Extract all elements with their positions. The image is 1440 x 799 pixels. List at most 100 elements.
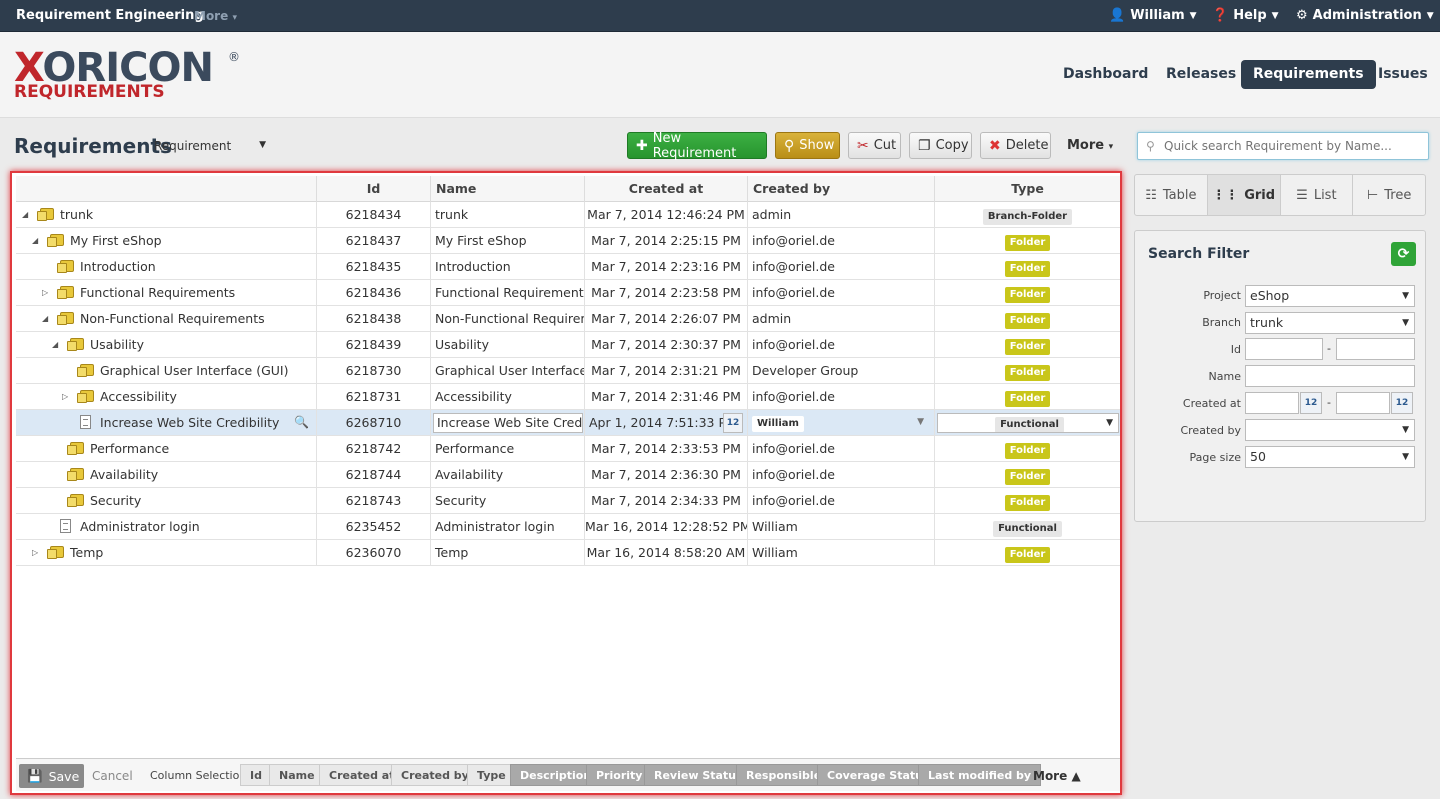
col-id[interactable]: Id (316, 176, 430, 202)
created-by-cell[interactable]: William ▼ (747, 410, 934, 436)
user-menu[interactable]: 👤 William ▼ (1109, 8, 1197, 23)
footer-more-menu[interactable]: More ▲ (1033, 769, 1081, 783)
tree-node-label[interactable]: Administrator login (80, 514, 200, 539)
table-row[interactable]: Availability 6218744 Availability Mar 7, 20… (16, 462, 1120, 488)
cancel-button[interactable]: Cancel (92, 769, 133, 783)
new-requirement-button[interactable]: ✚ New Requirement (627, 131, 767, 161)
tree-cell[interactable]: ▷ Functional Requirements (16, 280, 316, 306)
show-button[interactable]: ⚲ Show (775, 132, 840, 159)
collapsed-toggle-icon[interactable]: ▷ (62, 384, 68, 409)
view-tab-list[interactable]: ☰ List (1279, 175, 1353, 215)
expanded-toggle-icon[interactable]: ◢ (42, 306, 48, 331)
table-row[interactable]: Administrator login 6235452 Administrator … (16, 514, 1120, 540)
created-at-edit-value[interactable]: Apr 1, 2014 7:51:33 PM (589, 410, 737, 435)
table-row[interactable]: ▷ Accessibility 6218731 Accessibility Mar 7,… (16, 384, 1120, 410)
help-menu[interactable]: ❓ Help ▼ (1212, 8, 1279, 23)
col-tree[interactable] (16, 176, 316, 202)
expanded-toggle-icon[interactable]: ◢ (22, 202, 28, 227)
delete-button[interactable]: ✖ Delete (980, 132, 1051, 159)
tree-cell[interactable]: ▷ Accessibility (16, 384, 316, 410)
table-row[interactable]: ◢ trunk 6218434 trunk Mar 7, 2014 12:46:24 P… (16, 202, 1120, 228)
app-title[interactable]: Requirement Engineering (16, 8, 204, 23)
column-chip-name[interactable]: Name (269, 764, 325, 786)
tree-node-label[interactable]: My First eShop (70, 228, 162, 253)
column-chip-last-modified-by[interactable]: Last modified by (918, 764, 1042, 786)
calendar-icon[interactable]: 12 (1391, 392, 1413, 414)
nav-requirements[interactable]: Requirements (1241, 60, 1376, 89)
zoom-icon[interactable]: 🔍 (294, 410, 309, 435)
tree-node-label[interactable]: Increase Web Site Credibility (100, 410, 279, 435)
table-row[interactable]: ▷ Temp 6236070 Temp Mar 16, 2014 8:58:20 AM W… (16, 540, 1120, 566)
id-from-input[interactable] (1245, 338, 1323, 360)
top-more-menu[interactable]: More ▾ (194, 9, 237, 23)
table-row[interactable]: Increase Web Site Credibility 🔍 6268710 Inc… (16, 410, 1120, 436)
logo[interactable]: XORICON ® REQUIREMENTS (14, 48, 244, 106)
col-created-at[interactable]: Created at (584, 176, 747, 202)
tree-cell[interactable]: Graphical User Interface (GUI) (16, 358, 316, 384)
tree-cell[interactable]: Performance (16, 436, 316, 462)
view-tab-grid[interactable]: ⋮⋮ Grid (1206, 175, 1280, 215)
type-cell[interactable]: Functional ▼ (934, 410, 1120, 436)
created-to-input[interactable] (1336, 392, 1390, 414)
tree-cell[interactable]: Security (16, 488, 316, 514)
tree-node-label[interactable]: trunk (60, 202, 93, 227)
created-by-select[interactable]: ▼ (1245, 419, 1415, 441)
branch-select[interactable]: trunk ▼ (1245, 312, 1415, 334)
copy-button[interactable]: ❐ Copy (909, 132, 972, 159)
tree-node-label[interactable]: Security (90, 488, 141, 513)
expanded-toggle-icon[interactable]: ◢ (52, 332, 58, 357)
tree-cell[interactable]: Increase Web Site Credibility 🔍 (16, 410, 316, 436)
tree-node-label[interactable]: Introduction (80, 254, 156, 279)
nav-issues[interactable]: Issues (1366, 60, 1440, 89)
table-row[interactable]: Introduction 6218435 Introduction Mar 7, 20… (16, 254, 1120, 280)
tree-node-label[interactable]: Functional Requirements (80, 280, 235, 305)
tree-cell[interactable]: Availability (16, 462, 316, 488)
view-tab-table[interactable]: ☷ Table (1135, 175, 1207, 215)
tree-node-label[interactable]: Usability (90, 332, 144, 357)
name-cell[interactable]: Increase Web Site Credibi (430, 410, 584, 436)
type-select[interactable]: Requirement ▼ (154, 139, 266, 153)
id-to-input[interactable] (1336, 338, 1415, 360)
tree-node-label[interactable]: Graphical User Interface (GUI) (100, 358, 288, 383)
column-chip-id[interactable]: Id (240, 764, 272, 786)
tree-node-label[interactable]: Temp (70, 540, 103, 565)
toolbar-more-menu[interactable]: More ▾ (1067, 138, 1113, 153)
tree-cell[interactable]: Introduction (16, 254, 316, 280)
name-edit-input[interactable]: Increase Web Site Credibi (433, 413, 583, 433)
name-filter-input[interactable] (1245, 365, 1415, 387)
save-button[interactable]: 💾 Save (19, 764, 84, 788)
tree-node-label[interactable]: Non-Functional Requirements (80, 306, 265, 331)
type-edit-select[interactable]: Functional ▼ (937, 413, 1119, 433)
nav-dashboard[interactable]: Dashboard (1051, 60, 1160, 89)
tree-cell[interactable]: ◢ Non-Functional Requirements (16, 306, 316, 332)
column-chip-priority[interactable]: Priority (586, 764, 653, 786)
tree-node-label[interactable]: Performance (90, 436, 169, 461)
expanded-toggle-icon[interactable]: ◢ (32, 228, 38, 253)
table-row[interactable]: Security 6218743 Security Mar 7, 2014 2:34:… (16, 488, 1120, 514)
column-chip-type[interactable]: Type (467, 764, 516, 786)
tree-cell[interactable]: Administrator login (16, 514, 316, 540)
cut-button[interactable]: ✂ Cut (848, 132, 901, 159)
page-size-select[interactable]: 50 ▼ (1245, 446, 1415, 468)
created-from-input[interactable] (1245, 392, 1299, 414)
admin-menu[interactable]: ⚙ Administration ▼ (1296, 8, 1434, 23)
col-name[interactable]: Name (430, 176, 584, 202)
tree-cell[interactable]: ▷ Temp (16, 540, 316, 566)
quick-search-input[interactable] (1164, 137, 1422, 155)
tree-cell[interactable]: ◢ My First eShop (16, 228, 316, 254)
col-created-by[interactable]: Created by (747, 176, 934, 202)
tree-node-label[interactable]: Accessibility (100, 384, 177, 409)
collapsed-toggle-icon[interactable]: ▷ (32, 540, 38, 565)
table-row[interactable]: ◢ My First eShop 6218437 My First eShop Mar … (16, 228, 1120, 254)
refresh-icon[interactable]: ⟳ (1391, 242, 1416, 266)
table-row[interactable]: Graphical User Interface (GUI) 6218730 Gra… (16, 358, 1120, 384)
table-row[interactable]: ◢ Usability 6218439 Usability Mar 7, 2014 2:… (16, 332, 1120, 358)
created-by-edit-select[interactable]: William ▼ (752, 414, 930, 432)
created-at-cell[interactable]: Apr 1, 2014 7:51:33 PM 12 (584, 410, 747, 436)
table-row[interactable]: ◢ Non-Functional Requirements 6218438 Non-F… (16, 306, 1120, 332)
table-row[interactable]: Performance 6218742 Performance Mar 7, 2014… (16, 436, 1120, 462)
nav-releases[interactable]: Releases (1154, 60, 1248, 89)
collapsed-toggle-icon[interactable]: ▷ (42, 280, 48, 305)
table-row[interactable]: ▷ Functional Requirements 6218436 Functiona… (16, 280, 1120, 306)
tree-cell[interactable]: ◢ trunk (16, 202, 316, 228)
